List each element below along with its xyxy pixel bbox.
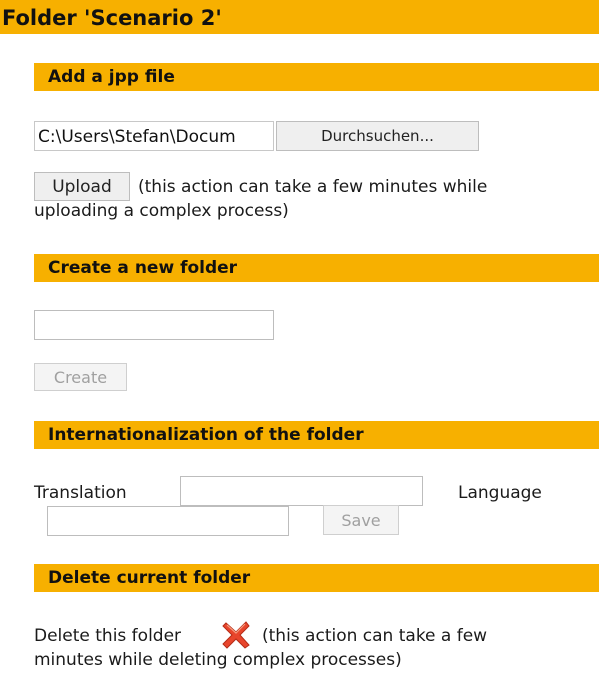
section-header-new-folder: Create a new folder <box>34 254 599 282</box>
red-x-icon[interactable] <box>221 620 251 650</box>
folder-name-input[interactable] <box>34 310 274 340</box>
upload-note-line2: uploading a complex process) <box>34 201 289 221</box>
section-header-delete: Delete current folder <box>34 564 599 592</box>
section-header-i18n: Internationalization of the folder <box>34 421 599 449</box>
upload-button[interactable]: Upload <box>34 172 130 201</box>
file-path-field[interactable]: C:\Users\Stefan\Docum <box>34 121 274 151</box>
save-button[interactable]: Save <box>323 505 399 535</box>
delete-note-line2: minutes while deleting complex processes… <box>34 650 402 670</box>
upload-note-line1: (this action can take a few minutes whil… <box>138 177 488 197</box>
delete-note-line1: (this action can take a few <box>262 626 488 646</box>
create-button[interactable]: Create <box>34 363 127 391</box>
browse-button[interactable]: Durchsuchen... <box>276 121 479 151</box>
delete-label: Delete this folder <box>34 626 182 646</box>
language-label: Language <box>458 483 542 503</box>
translation-input[interactable] <box>180 476 423 506</box>
page-title: Folder 'Scenario 2' <box>0 0 599 34</box>
translation-label: Translation <box>34 483 127 503</box>
section-header-add-jpp: Add a jpp file <box>34 63 599 91</box>
language-input[interactable] <box>47 506 289 536</box>
